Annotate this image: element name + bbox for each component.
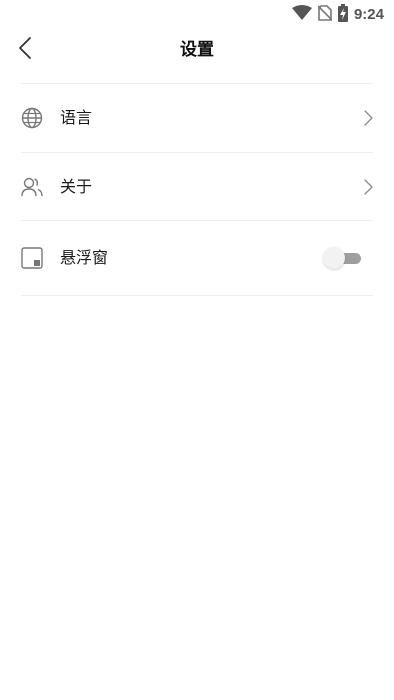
settings-item-label: 悬浮窗 <box>60 248 109 267</box>
settings-item-label: 语言 <box>60 108 93 127</box>
settings-item-language[interactable]: 语言 <box>21 84 373 153</box>
app-header: 设置 <box>0 28 394 72</box>
wifi-icon <box>291 5 312 25</box>
settings-item-about[interactable]: 关于 <box>21 153 373 221</box>
toggle-thumb <box>323 247 345 269</box>
status-bar: 9:24 <box>0 0 394 28</box>
floating-window-toggle[interactable] <box>323 246 363 270</box>
battery-charging-icon <box>337 4 348 26</box>
status-icons: 9:24 <box>291 4 384 26</box>
settings-list: 语言 关于 悬浮窗 <box>21 83 373 296</box>
settings-item-floating-window: 悬浮窗 <box>21 221 373 296</box>
globe-icon <box>21 107 43 129</box>
chevron-right-icon <box>362 109 374 127</box>
users-icon <box>21 176 43 198</box>
chevron-right-icon <box>362 178 374 196</box>
page-title: 设置 <box>180 40 214 60</box>
no-sim-icon <box>317 5 333 25</box>
settings-item-label: 关于 <box>60 176 93 196</box>
floating-window-icon <box>21 247 43 269</box>
status-time: 9:24 <box>353 6 384 23</box>
